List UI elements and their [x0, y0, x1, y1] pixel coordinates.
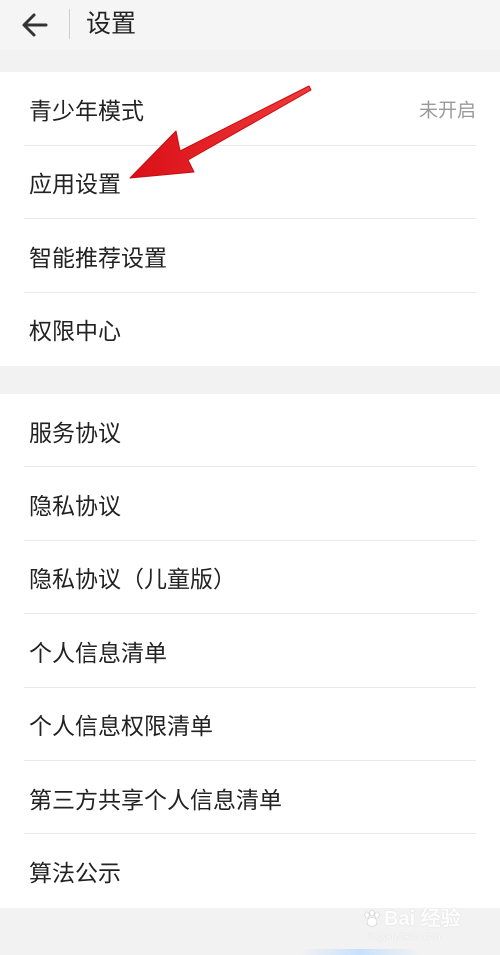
- teen-mode-status: 未开启: [418, 99, 476, 122]
- back-button[interactable]: [20, 10, 52, 40]
- back-arrow-icon: [22, 13, 48, 37]
- menu-item-algorithm-disclosure[interactable]: 算法公示: [0, 834, 500, 907]
- menu-item-label: 个人信息权限清单: [29, 714, 213, 741]
- menu-item-label: 权限中心: [29, 319, 121, 346]
- menu-item-label: 第三方共享个人信息清单: [29, 787, 282, 814]
- menu-item-app-settings[interactable]: 应用设置: [0, 146, 500, 219]
- menu-item-smart-recommend-settings[interactable]: 智能推荐设置: [0, 219, 500, 293]
- top-bar: 设置: [0, 0, 500, 50]
- watermark-url: jingyan.baidu.com: [368, 931, 441, 941]
- watermark-text: Bai 经验: [384, 908, 461, 930]
- menu-item-personal-info-permission-list[interactable]: 个人信息权限清单: [0, 688, 500, 761]
- bottom-glow: [300, 949, 420, 955]
- menu-item-label: 智能推荐设置: [29, 245, 167, 272]
- paw-icon: [364, 909, 380, 927]
- menu-item-third-party-sharing-list[interactable]: 第三方共享个人信息清单: [0, 761, 500, 835]
- menu-item-privacy-agreement[interactable]: 隐私协议: [0, 467, 500, 541]
- menu-item-label: 服务协议: [29, 420, 121, 447]
- menu-item-service-agreement[interactable]: 服务协议: [0, 394, 500, 468]
- baidu-jingyan-watermark: Bai 经验 jingyan.baidu.com: [362, 907, 474, 943]
- menu-item-privacy-agreement-children[interactable]: 隐私协议（儿童版）: [0, 541, 500, 615]
- menu-item-label: 个人信息清单: [29, 640, 167, 667]
- page-title: 设置: [86, 9, 137, 38]
- menu-item-label: 应用设置: [29, 172, 121, 199]
- menu-item-permission-center[interactable]: 权限中心: [0, 293, 500, 367]
- title-divider: [69, 9, 70, 39]
- menu-item-label: 算法公示: [29, 861, 121, 888]
- menu-item-label: 隐私协议: [29, 494, 121, 521]
- settings-group-1: 青少年模式 未开启 应用设置 智能推荐设置 权限中心: [0, 72, 500, 366]
- menu-item-label: 青少年模式: [29, 98, 144, 125]
- menu-item-label: 隐私协议（儿童版）: [29, 567, 236, 594]
- settings-group-2: 服务协议 隐私协议 隐私协议（儿童版） 个人信息清单 个人信息权限清单 第三方共…: [0, 394, 500, 908]
- menu-item-teen-mode[interactable]: 青少年模式 未开启: [0, 72, 500, 146]
- menu-item-personal-info-list[interactable]: 个人信息清单: [0, 614, 500, 688]
